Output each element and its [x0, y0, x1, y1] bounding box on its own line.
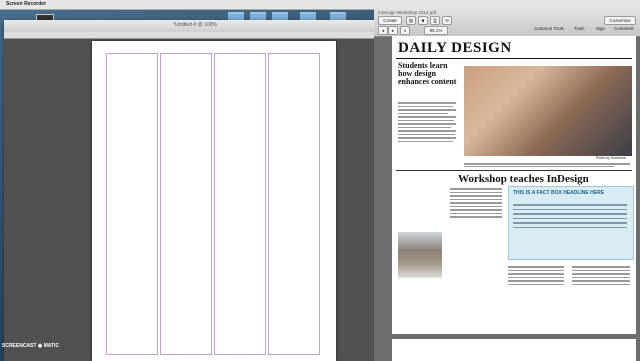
customize-button[interactable]: Customize: [604, 16, 636, 25]
column-guide: [268, 53, 320, 355]
feature-photo: [464, 66, 632, 156]
divider: [396, 170, 632, 171]
print-icon[interactable]: ⎙: [430, 16, 440, 25]
next-page-icon[interactable]: ▸: [388, 26, 398, 35]
column-guide: [160, 53, 212, 355]
story-text: [508, 264, 564, 287]
prev-page-icon[interactable]: ◂: [378, 26, 388, 35]
headline: Workshop teaches InDesign: [458, 173, 589, 185]
column-guide: [106, 53, 158, 355]
document-title: *Untitled-9 @ 100%: [173, 22, 217, 28]
story-text: [398, 100, 460, 144]
fact-box-title: THIS IS A FACT BOX HEADLINE HERE: [513, 190, 605, 196]
story-text: [572, 264, 630, 287]
create-button[interactable]: Create: [378, 16, 402, 25]
fact-box: THIS IS A FACT BOX HEADLINE HERE: [508, 186, 634, 260]
workshop-photo: [398, 232, 442, 278]
file-title: InDesign Workshop 2014.pdf: [378, 10, 436, 15]
comment-tab[interactable]: Comment: [614, 26, 634, 31]
common-tools-tab[interactable]: Common Tools: [534, 26, 564, 31]
fact-box-text: [513, 201, 627, 231]
acrobat-window: InDesign Workshop 2014.pdf Create ▤ ■ ⎙ …: [374, 8, 640, 361]
tools-tab[interactable]: Tools: [574, 26, 585, 31]
zoom-field[interactable]: 95.1%: [424, 26, 448, 35]
divider: [396, 58, 632, 59]
pdf-page: DAILY DESIGN Students learn how design e…: [392, 36, 636, 334]
indesign-window: *Untitled-9 @ 100%: [4, 20, 386, 361]
open-icon[interactable]: ▤: [406, 16, 416, 25]
page-number[interactable]: 1: [400, 26, 410, 35]
email-icon[interactable]: ✉: [442, 16, 452, 25]
app-name[interactable]: Screen Recorder: [6, 1, 46, 7]
ruler: [4, 32, 386, 39]
masthead: DAILY DESIGN: [398, 40, 512, 56]
pdf-next-page: [392, 339, 636, 361]
watermark: SCREENCAST ◉ MATIC: [2, 343, 60, 349]
save-icon[interactable]: ■: [418, 16, 428, 25]
column-guide: [214, 53, 266, 355]
document-page[interactable]: [92, 41, 336, 361]
sign-tab[interactable]: Sign: [596, 26, 605, 31]
photo-caption: [464, 162, 630, 168]
photo-credit: Photo by Someone: [596, 156, 626, 160]
headline: Students learn how design enhances conte…: [398, 61, 457, 86]
story-text: [450, 186, 502, 220]
acrobat-toolbar: InDesign Workshop 2014.pdf Create ▤ ■ ⎙ …: [374, 8, 640, 37]
